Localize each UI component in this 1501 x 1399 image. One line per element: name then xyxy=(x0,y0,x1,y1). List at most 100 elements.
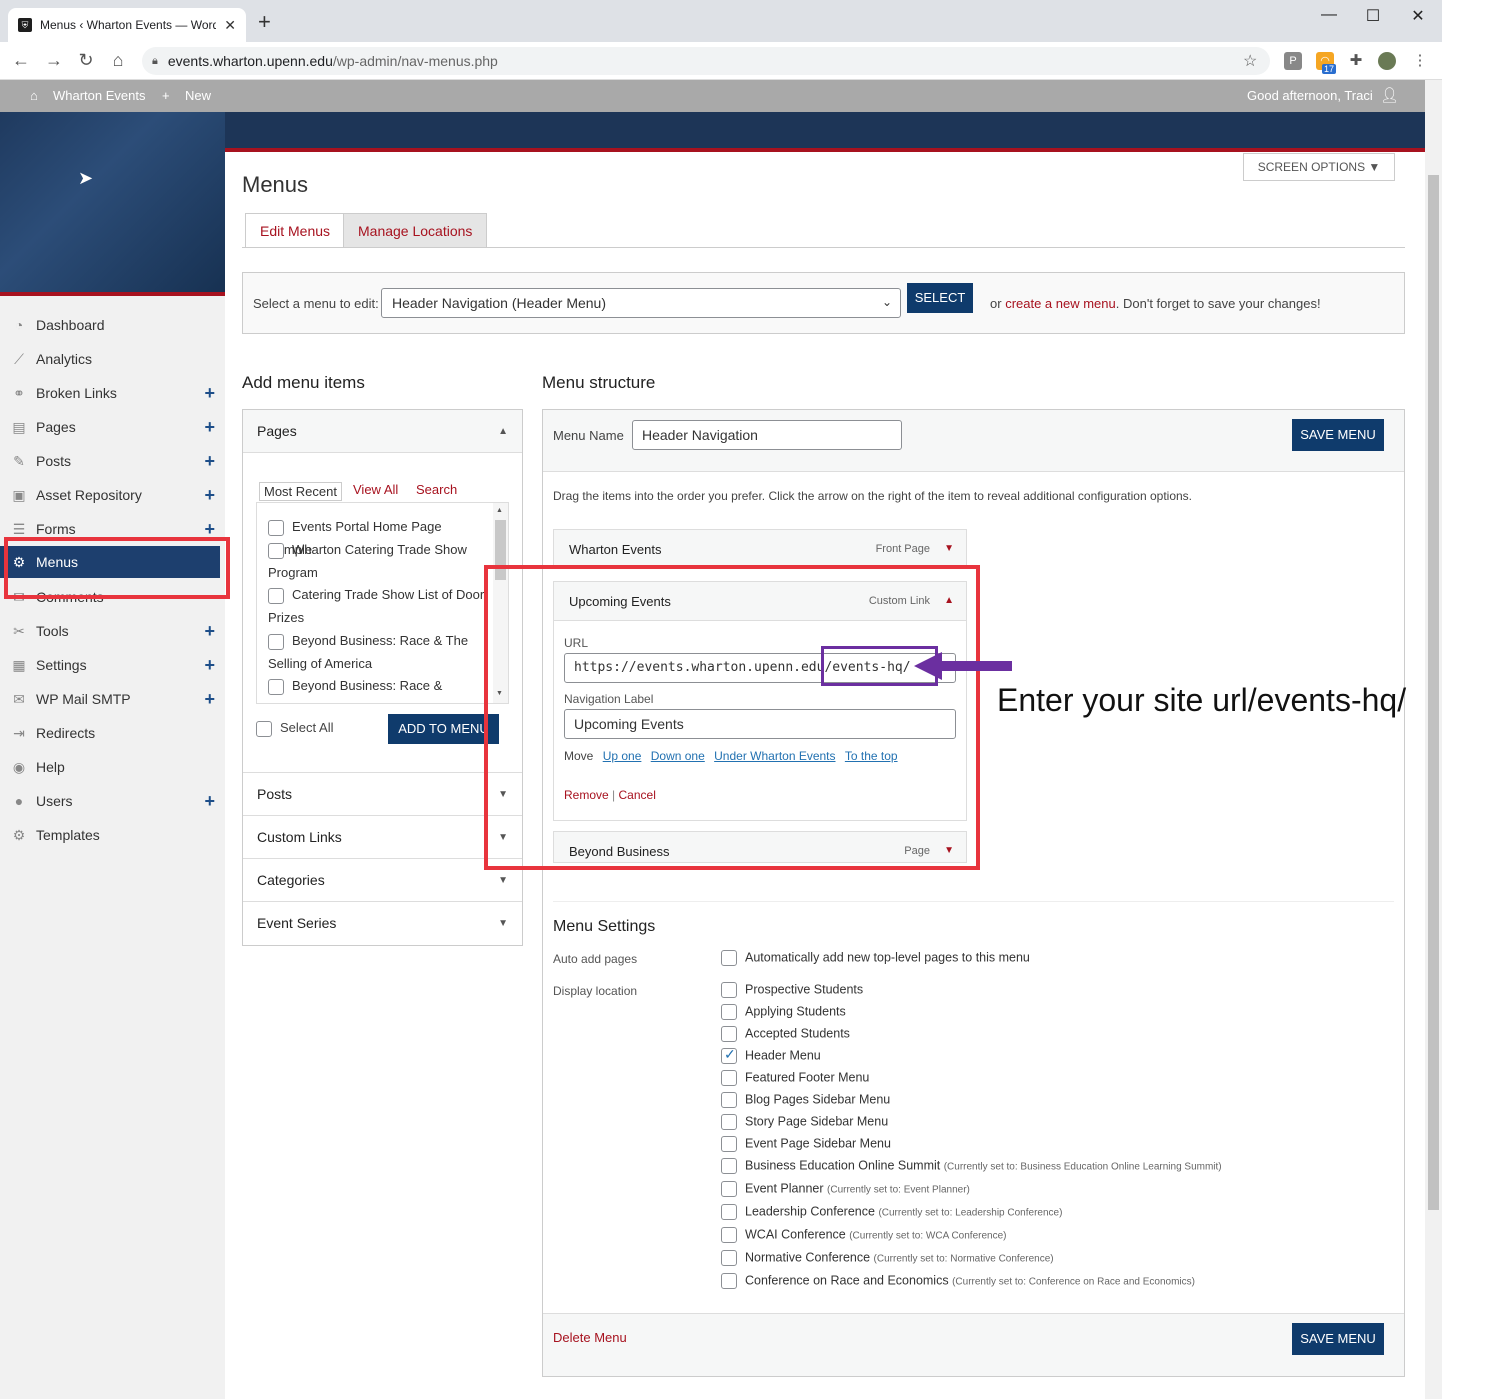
custom-links-section-toggle[interactable]: Custom Links ▼ xyxy=(243,815,522,858)
menu-item-wharton-events[interactable]: Wharton Events Front Page ▼ xyxy=(553,529,967,569)
location-checkbox-item[interactable]: Business Education Online Summit (Curren… xyxy=(721,1158,1222,1174)
close-tab-icon[interactable]: ✕ xyxy=(224,17,236,34)
forward-icon[interactable]: → xyxy=(43,50,65,71)
sidebar-item-settings[interactable]: ▦ Settings + xyxy=(0,648,225,682)
browser-menu-icon[interactable]: ⋮ xyxy=(1411,52,1429,70)
checkbox[interactable] xyxy=(721,1004,737,1020)
bookmark-star-icon[interactable]: ☆ xyxy=(1243,51,1257,71)
location-checkbox-item[interactable]: Conference on Race and Economics (Curren… xyxy=(721,1273,1195,1289)
sidebar-item-help[interactable]: ◉ Help xyxy=(0,750,225,784)
checkbox[interactable] xyxy=(721,1046,737,1064)
minimize-icon[interactable]: — xyxy=(1314,6,1344,24)
location-checkbox-item[interactable]: Blog Pages Sidebar Menu xyxy=(721,1092,890,1108)
checkbox[interactable] xyxy=(721,1114,737,1130)
location-checkbox-item[interactable]: Event Planner (Currently set to: Event P… xyxy=(721,1181,970,1197)
sidebar-item-analytics[interactable]: ⟋ Analytics xyxy=(0,342,225,376)
tab-view-all[interactable]: View All xyxy=(353,482,398,497)
menu-select-dropdown[interactable]: Header Navigation (Header Menu) ⌄ xyxy=(381,288,901,318)
tab-edit-menus[interactable]: Edit Menus xyxy=(245,213,346,248)
checkbox[interactable] xyxy=(268,519,284,536)
sidebar-item-redirects[interactable]: ⇥ Redirects xyxy=(0,716,225,750)
auto-add-checkbox[interactable]: Automatically add new top-level pages to… xyxy=(721,950,1030,966)
expand-arrow-icon[interactable]: ▼ xyxy=(944,543,954,554)
sidebar-item-wp-mail-smtp[interactable]: ✉ WP Mail SMTP + xyxy=(0,682,225,716)
sidebar-item-dashboard[interactable]: ◔ Dashboard xyxy=(0,308,225,342)
site-name-link[interactable]: Wharton Events xyxy=(53,88,146,103)
page-scrollbar-thumb[interactable] xyxy=(1428,175,1439,1210)
save-menu-button[interactable]: SAVE MENU xyxy=(1292,419,1384,451)
expand-plus-icon[interactable]: + xyxy=(204,655,215,676)
expand-plus-icon[interactable]: + xyxy=(204,791,215,812)
sidebar-item-posts[interactable]: ✎ Posts + xyxy=(0,444,225,478)
event-series-section-toggle[interactable]: Event Series ▼ xyxy=(243,901,522,944)
address-bar[interactable]: 🔒︎ events.wharton.upenn.edu/wp-admin/nav… xyxy=(142,47,1270,75)
checkbox[interactable] xyxy=(268,678,284,695)
location-checkbox-item[interactable]: Header Menu xyxy=(721,1046,821,1064)
expand-plus-icon[interactable]: + xyxy=(204,485,215,506)
scroll-up-icon[interactable]: ▲ xyxy=(496,507,503,514)
location-checkbox-item[interactable]: WCAI Conference (Currently set to: WCA C… xyxy=(721,1227,1007,1243)
location-checkbox-item[interactable]: Normative Conference (Currently set to: … xyxy=(721,1250,1054,1266)
home-icon[interactable]: ⌂ xyxy=(107,50,129,71)
profile-avatar[interactable] xyxy=(1378,52,1396,70)
sidebar-item-pages[interactable]: ▤ Pages + xyxy=(0,410,225,444)
checkbox[interactable] xyxy=(721,950,737,966)
location-checkbox-item[interactable]: Leadership Conference (Currently set to:… xyxy=(721,1204,1062,1220)
page-checkbox-item[interactable]: Wharton Catering Trade Show Program xyxy=(268,538,486,584)
back-icon[interactable]: ← xyxy=(10,50,32,71)
menu-name-input[interactable]: Header Navigation xyxy=(632,420,902,450)
location-checkbox-item[interactable]: Applying Students xyxy=(721,1004,846,1020)
reload-icon[interactable]: ↻ xyxy=(75,50,97,71)
page-checkbox-item[interactable]: Catering Trade Show List of Door Prizes xyxy=(268,583,486,629)
maximize-icon[interactable]: ☐ xyxy=(1358,6,1388,26)
pages-section-toggle[interactable]: Pages ▲ xyxy=(243,410,522,453)
expand-plus-icon[interactable]: + xyxy=(204,417,215,438)
checkbox[interactable] xyxy=(256,720,272,737)
checkbox[interactable] xyxy=(721,1204,737,1220)
tab-search[interactable]: Search xyxy=(416,482,457,497)
expand-plus-icon[interactable]: + xyxy=(204,451,215,472)
screen-options-button[interactable]: SCREEN OPTIONS ▼ xyxy=(1243,153,1395,181)
location-checkbox-item[interactable]: Prospective Students xyxy=(721,982,863,998)
tab-manage-locations[interactable]: Manage Locations xyxy=(343,213,488,248)
expand-plus-icon[interactable]: + xyxy=(204,383,215,404)
checkbox[interactable] xyxy=(721,1026,737,1042)
expand-plus-icon[interactable]: + xyxy=(204,621,215,642)
posts-section-toggle[interactable]: Posts ▼ xyxy=(243,772,522,815)
save-menu-button-bottom[interactable]: SAVE MENU xyxy=(1292,1323,1384,1355)
greeting-link[interactable]: Good afternoon, Traci xyxy=(1247,88,1373,103)
checkbox[interactable] xyxy=(721,1227,737,1243)
page-checkbox-item[interactable]: Beyond Business: Race & The Selling of A… xyxy=(268,629,486,675)
browser-tab[interactable]: ⛨ Menus ‹ Wharton Events — Word ✕ xyxy=(8,8,246,42)
add-to-menu-button[interactable]: ADD TO MENU xyxy=(388,714,499,744)
sidebar-item-users[interactable]: ● Users + xyxy=(0,784,225,818)
p-extension-icon[interactable]: P xyxy=(1284,52,1302,70)
categories-section-toggle[interactable]: Categories ▼ xyxy=(243,858,522,901)
checkbox[interactable] xyxy=(268,633,284,650)
checkbox[interactable] xyxy=(721,1158,737,1174)
user-avatar-icon[interactable]: 👤︎ xyxy=(1380,86,1399,104)
new-content-link[interactable]: New xyxy=(185,88,211,103)
sidebar-item-asset-repository[interactable]: ▣ Asset Repository + xyxy=(0,478,225,512)
location-checkbox-item[interactable]: Featured Footer Menu xyxy=(721,1070,869,1086)
checkbox[interactable] xyxy=(721,1181,737,1197)
expand-plus-icon[interactable]: + xyxy=(204,689,215,710)
checkbox[interactable] xyxy=(721,1273,737,1289)
sidebar-item-tools[interactable]: ✂ Tools + xyxy=(0,614,225,648)
close-window-icon[interactable]: ✕ xyxy=(1403,6,1433,26)
checkbox[interactable] xyxy=(268,542,284,559)
select-button[interactable]: SELECT xyxy=(907,283,973,313)
extensions-puzzle-icon[interactable]: ✚ xyxy=(1347,52,1365,70)
sidebar-item-broken-links[interactable]: ⚭ Broken Links + xyxy=(0,376,225,410)
checkbox[interactable] xyxy=(721,1092,737,1108)
location-checkbox-item[interactable]: Event Page Sidebar Menu xyxy=(721,1136,891,1152)
tab-most-recent[interactable]: Most Recent xyxy=(259,482,342,501)
delete-menu-link[interactable]: Delete Menu xyxy=(553,1330,627,1345)
location-checkbox-item[interactable]: Story Page Sidebar Menu xyxy=(721,1114,888,1130)
location-checkbox-item[interactable]: Accepted Students xyxy=(721,1026,850,1042)
select-all-checkbox[interactable]: Select All xyxy=(256,720,333,737)
page-checkbox-item[interactable]: Beyond Business: Race & xyxy=(268,674,486,697)
create-new-menu-link[interactable]: create a new menu xyxy=(1005,296,1116,311)
checkbox[interactable] xyxy=(721,1250,737,1266)
checkbox[interactable] xyxy=(268,587,284,604)
